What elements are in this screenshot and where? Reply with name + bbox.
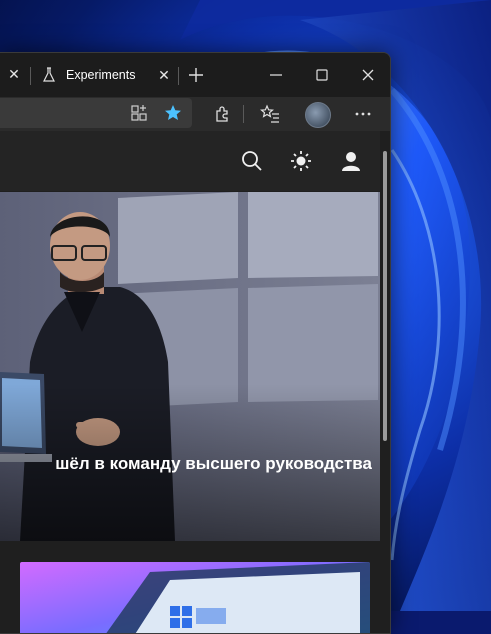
- app-available-icon[interactable]: [128, 102, 150, 124]
- hero-article[interactable]: шёл в команду высшего руководства: [0, 192, 380, 541]
- scrollbar-thumb[interactable]: [383, 151, 387, 441]
- secondary-article-image: [20, 562, 370, 633]
- browser-window: ✕ Experiments ✕ шёл в команду высшего ру…: [0, 52, 391, 634]
- page-content: шёл в команду высшего руководства: [0, 131, 390, 633]
- site-header: [0, 131, 380, 191]
- extensions-icon[interactable]: [211, 103, 233, 125]
- tab-separator: [30, 67, 31, 85]
- profile-avatar[interactable]: [305, 102, 331, 128]
- flask-icon: [43, 67, 55, 82]
- browser-toolbar: [0, 97, 390, 131]
- minimize-button[interactable]: [266, 67, 286, 83]
- toolbar-separator: [243, 105, 244, 123]
- hero-image: [0, 192, 380, 541]
- account-icon[interactable]: [339, 149, 363, 173]
- tab-close-icon[interactable]: ✕: [156, 66, 172, 84]
- maximize-button[interactable]: [312, 65, 332, 85]
- close-window-button[interactable]: [358, 65, 378, 85]
- secondary-article-thumbnail[interactable]: [20, 562, 370, 633]
- title-bar: ✕ Experiments ✕: [0, 53, 390, 97]
- theme-toggle-icon[interactable]: [289, 149, 313, 173]
- hero-title[interactable]: шёл в команду высшего руководства: [0, 454, 372, 474]
- address-bar[interactable]: [0, 98, 192, 128]
- more-options-icon[interactable]: [352, 103, 374, 125]
- tab-separator: [178, 67, 179, 85]
- search-icon[interactable]: [240, 149, 264, 173]
- favorite-star-icon[interactable]: [162, 102, 184, 124]
- prev-tab-close-icon[interactable]: ✕: [6, 66, 22, 82]
- favorites-icon[interactable]: [259, 103, 281, 125]
- new-tab-button[interactable]: [186, 65, 206, 85]
- tab-experiments[interactable]: Experiments ✕: [36, 63, 176, 89]
- tab-label: Experiments: [66, 68, 136, 82]
